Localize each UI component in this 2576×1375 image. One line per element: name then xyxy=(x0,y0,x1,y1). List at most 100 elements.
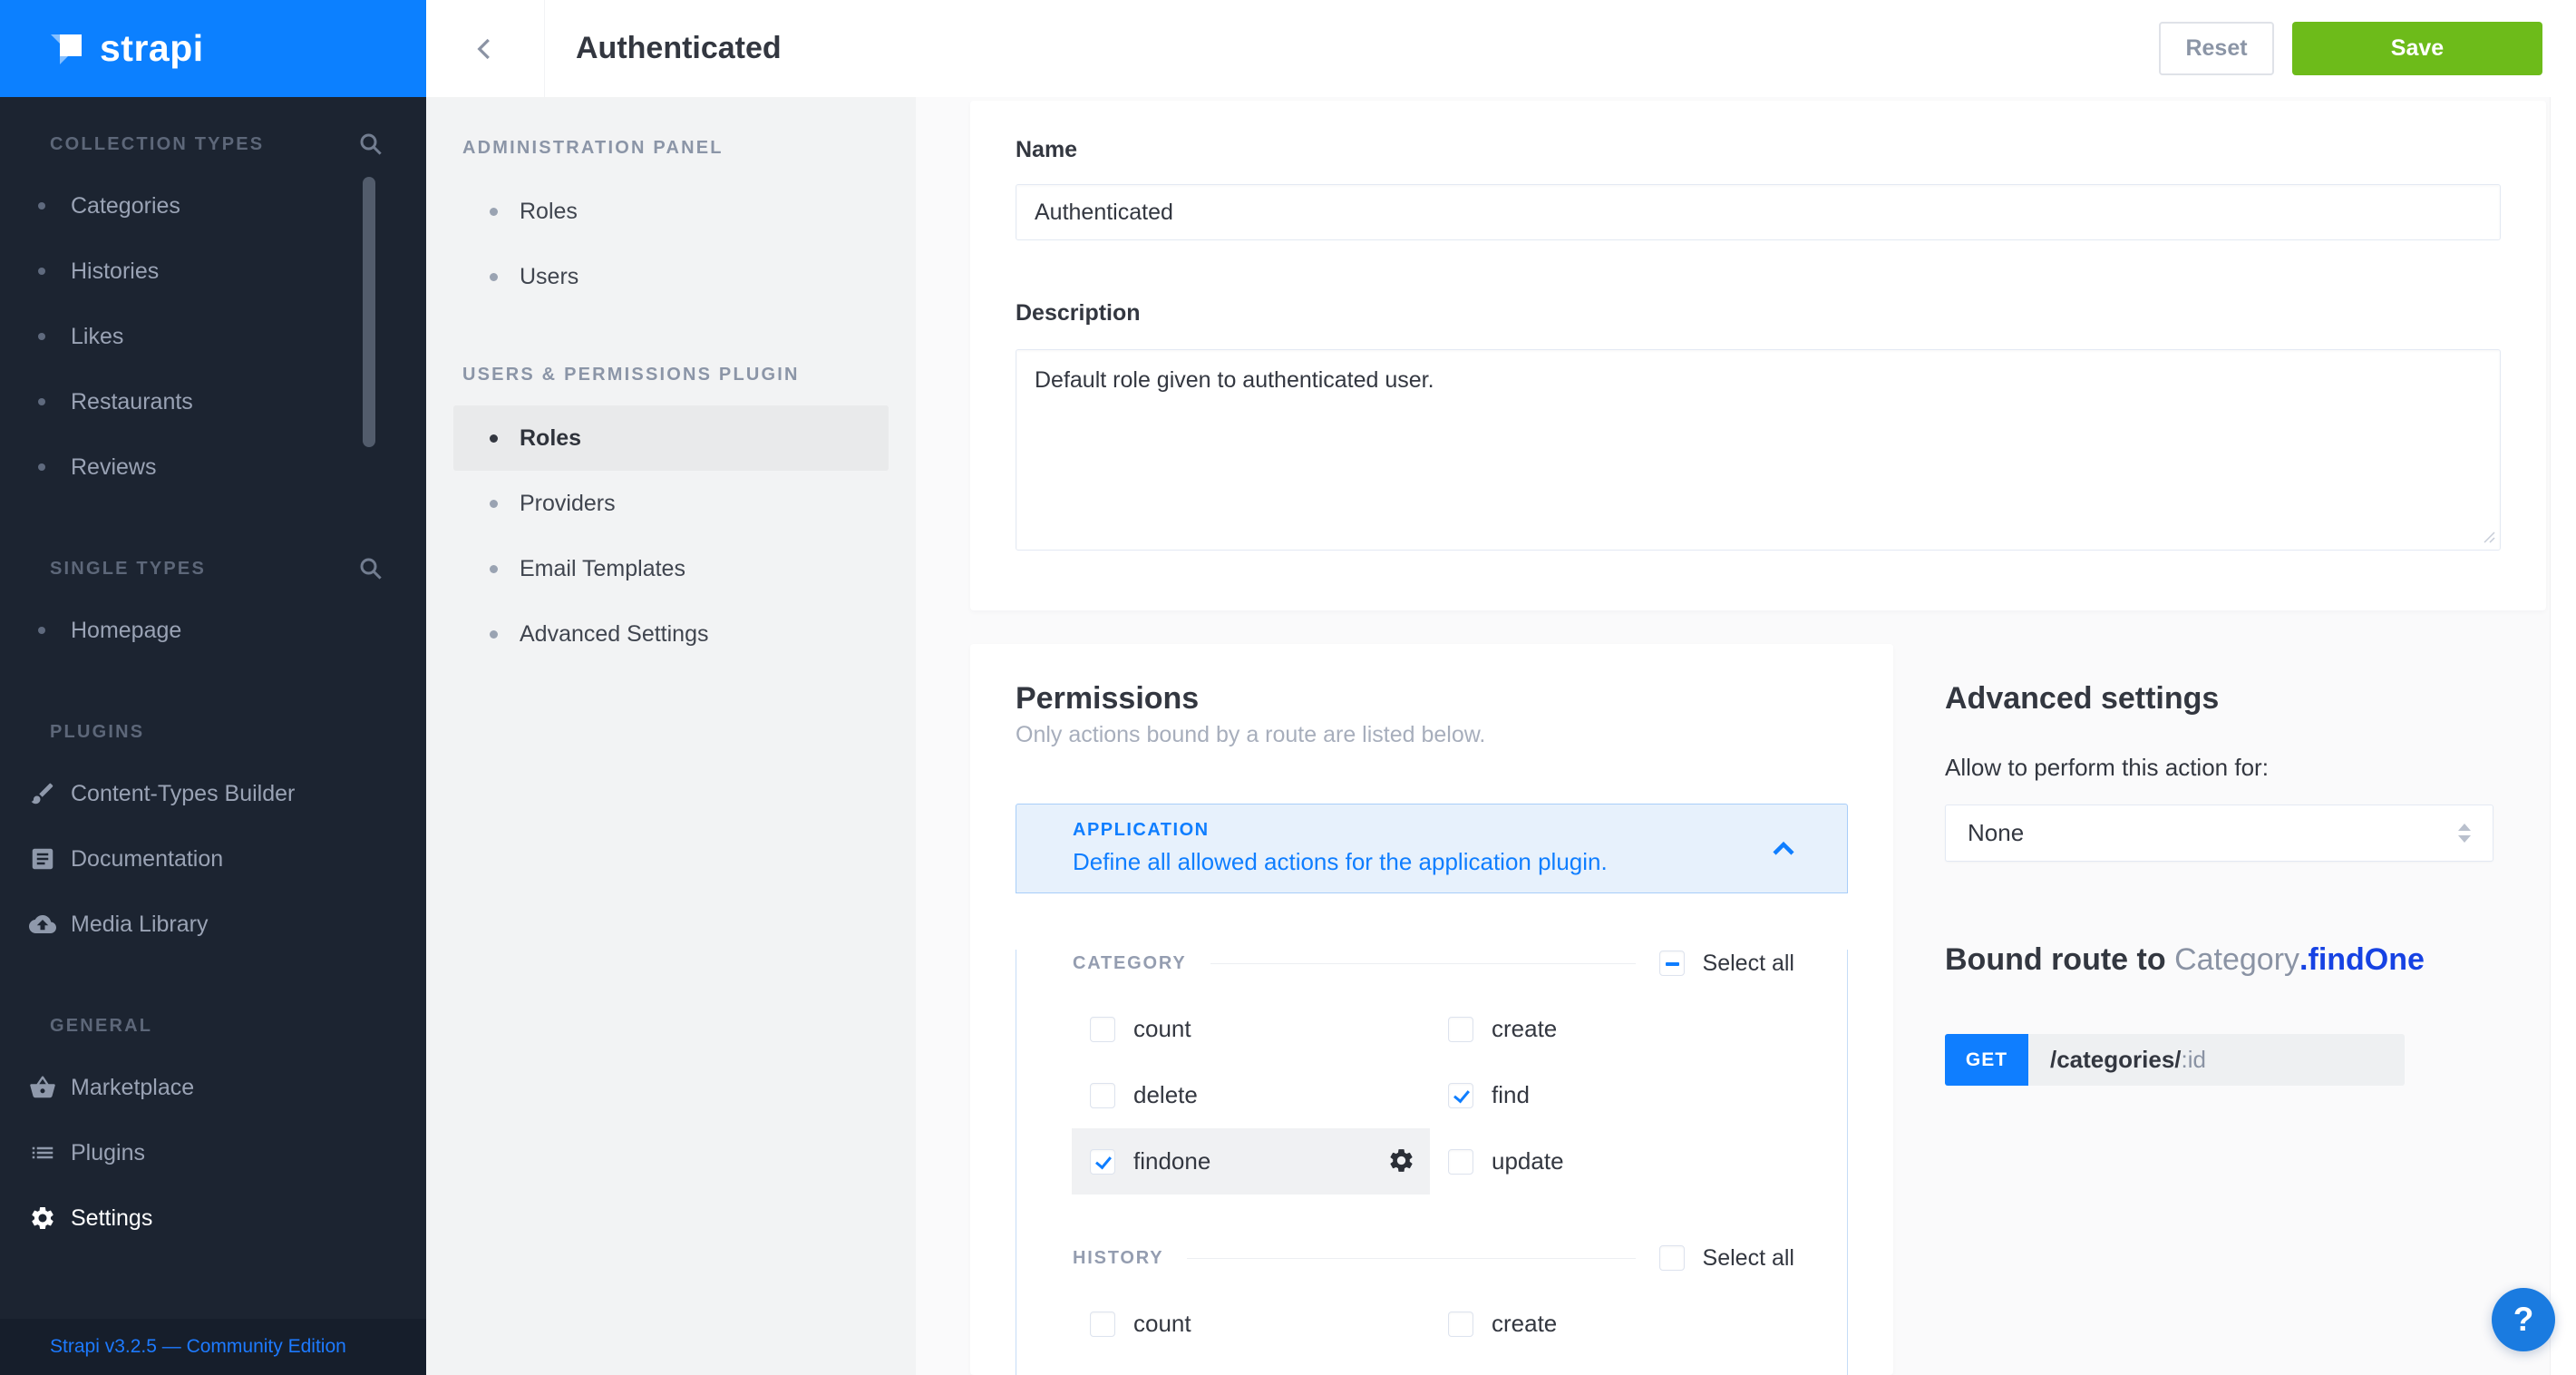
action-find[interactable]: find xyxy=(1430,1062,1788,1128)
divider xyxy=(1210,963,1636,964)
bullet-icon xyxy=(38,268,45,275)
basket-icon xyxy=(29,1074,56,1101)
sidebar-item-reviews[interactable]: Reviews xyxy=(0,434,426,500)
bullet-icon xyxy=(38,627,45,634)
search-icon[interactable] xyxy=(357,555,384,582)
settings-nav: ADMINISTRATION PANEL Roles Users USERS &… xyxy=(426,97,916,1375)
plugin-name: APPLICATION xyxy=(1073,820,1847,840)
description-textarea[interactable]: Default role given to authenticated user… xyxy=(1016,349,2501,551)
version-link[interactable]: Strapi v3.2.5 — Community Edition xyxy=(50,1336,346,1358)
action-delete[interactable]: delete xyxy=(1072,1062,1430,1128)
bullet-icon xyxy=(490,208,498,216)
bullet-icon xyxy=(38,398,45,405)
strapi-logo[interactable]: strapi xyxy=(0,0,426,97)
group-name: HISTORY xyxy=(1073,1248,1163,1269)
advanced-settings-panel: Advanced settings Allow to perform this … xyxy=(1945,678,2548,1086)
select-all-checkbox[interactable] xyxy=(1659,1245,1685,1271)
settings-nav-item-users[interactable]: Users xyxy=(453,244,889,309)
bullet-icon xyxy=(490,565,498,573)
section-general: GENERAL xyxy=(0,1015,426,1037)
http-method-badge: GET xyxy=(1945,1034,2028,1086)
history-actions-grid: count create xyxy=(1072,1291,1847,1357)
bullet-icon xyxy=(490,434,498,443)
action-create[interactable]: create xyxy=(1430,996,1788,1062)
gear-icon xyxy=(29,1204,56,1232)
general-list: Marketplace Plugins Settings xyxy=(0,1055,426,1251)
action-create[interactable]: create xyxy=(1430,1291,1788,1357)
sidebar-item-media-library[interactable]: Media Library xyxy=(0,892,426,957)
select-value: None xyxy=(1968,819,2024,847)
bound-route-display: GET /categories/:id xyxy=(1945,1034,2405,1086)
single-types-list: Homepage xyxy=(0,598,426,663)
bullet-icon xyxy=(38,202,45,210)
description-label: Description xyxy=(1016,300,2501,326)
help-button[interactable]: ? xyxy=(2492,1288,2555,1351)
action-findone[interactable]: findone xyxy=(1072,1128,1430,1195)
sidebar-item-homepage[interactable]: Homepage xyxy=(0,598,426,663)
advanced-settings-title: Advanced settings xyxy=(1945,678,2548,717)
settings-nav-item-email-templates[interactable]: Email Templates xyxy=(453,536,889,601)
strapi-admin-app: strapi COLLECTION TYPES Categories Histo… xyxy=(0,0,2576,1375)
search-icon[interactable] xyxy=(357,131,384,158)
page-scrollbar-track[interactable] xyxy=(2550,97,2576,1375)
strapi-logo-icon xyxy=(45,28,87,70)
action-checkbox[interactable] xyxy=(1448,1017,1473,1042)
users-permissions-section-title: USERS & PERMISSIONS PLUGIN xyxy=(462,364,916,385)
section-collection-types: COLLECTION TYPES xyxy=(0,133,426,155)
permissions-card: Permissions Only actions bound by a rout… xyxy=(970,644,1893,1375)
select-all-checkbox[interactable] xyxy=(1659,951,1685,976)
category-group-header: CATEGORY Select all xyxy=(1016,950,1847,977)
divider xyxy=(1187,1258,1635,1259)
bullet-icon xyxy=(38,463,45,471)
sidebar-item-content-types-builder[interactable]: Content-Types Builder xyxy=(0,761,426,826)
select-arrows-icon xyxy=(2458,824,2471,843)
back-button[interactable] xyxy=(426,0,545,97)
save-button[interactable]: Save xyxy=(2292,22,2542,75)
action-checkbox[interactable] xyxy=(1090,1149,1115,1175)
application-accordion-body: CATEGORY Select all count create xyxy=(1016,950,1848,1375)
sidebar-item-plugins[interactable]: Plugins xyxy=(0,1120,426,1185)
resize-handle-icon[interactable] xyxy=(2481,529,2495,548)
chevron-left-icon xyxy=(471,35,499,63)
action-checkbox[interactable] xyxy=(1090,1312,1115,1337)
reset-button[interactable]: Reset xyxy=(2159,22,2274,75)
allow-action-select[interactable]: None xyxy=(1945,805,2493,862)
action-update[interactable]: update xyxy=(1430,1128,1788,1195)
settings-nav-item-advanced-settings[interactable]: Advanced Settings xyxy=(453,601,889,667)
sidebar-item-settings[interactable]: Settings xyxy=(0,1185,426,1251)
name-input[interactable] xyxy=(1016,184,2501,240)
sidebar-scrollbar-thumb[interactable] xyxy=(363,177,375,447)
action-count[interactable]: count xyxy=(1072,1291,1430,1357)
name-label: Name xyxy=(1016,101,2501,162)
action-settings-gear-icon[interactable] xyxy=(1387,1146,1415,1179)
category-actions-grid: count create delete find xyxy=(1072,996,1847,1195)
topbar: Authenticated Reset Save xyxy=(426,0,2576,97)
sidebar-footer: Strapi v3.2.5 — Community Edition xyxy=(0,1319,426,1375)
brush-icon xyxy=(29,780,56,807)
action-checkbox[interactable] xyxy=(1090,1017,1115,1042)
application-accordion-header[interactable]: APPLICATION Define all allowed actions f… xyxy=(1016,804,1848,893)
history-select-all[interactable]: Select all xyxy=(1659,1245,1794,1272)
cloud-upload-icon xyxy=(29,911,56,938)
book-icon xyxy=(29,845,56,873)
action-checkbox[interactable] xyxy=(1448,1083,1473,1108)
permissions-subtitle: Only actions bound by a route are listed… xyxy=(1016,721,1848,748)
bullet-icon xyxy=(490,630,498,639)
settings-nav-item-roles-admin[interactable]: Roles xyxy=(453,179,889,244)
allow-action-label: Allow to perform this action for: xyxy=(1945,754,2548,781)
category-select-all[interactable]: Select all xyxy=(1659,951,1794,977)
action-checkbox[interactable] xyxy=(1448,1149,1473,1175)
action-checkbox[interactable] xyxy=(1448,1312,1473,1337)
route-path: /categories/:id xyxy=(2028,1034,2405,1086)
list-icon xyxy=(29,1139,56,1166)
sidebar-item-marketplace[interactable]: Marketplace xyxy=(0,1055,426,1120)
settings-nav-item-roles[interactable]: Roles xyxy=(453,405,889,471)
sidebar-item-documentation[interactable]: Documentation xyxy=(0,826,426,892)
action-checkbox[interactable] xyxy=(1090,1083,1115,1108)
main-sidebar: strapi COLLECTION TYPES Categories Histo… xyxy=(0,0,426,1375)
admin-panel-section-title: ADMINISTRATION PANEL xyxy=(462,137,916,159)
group-name: CATEGORY xyxy=(1073,953,1187,974)
bullet-icon xyxy=(38,333,45,340)
settings-nav-item-providers[interactable]: Providers xyxy=(453,471,889,536)
action-count[interactable]: count xyxy=(1072,996,1430,1062)
